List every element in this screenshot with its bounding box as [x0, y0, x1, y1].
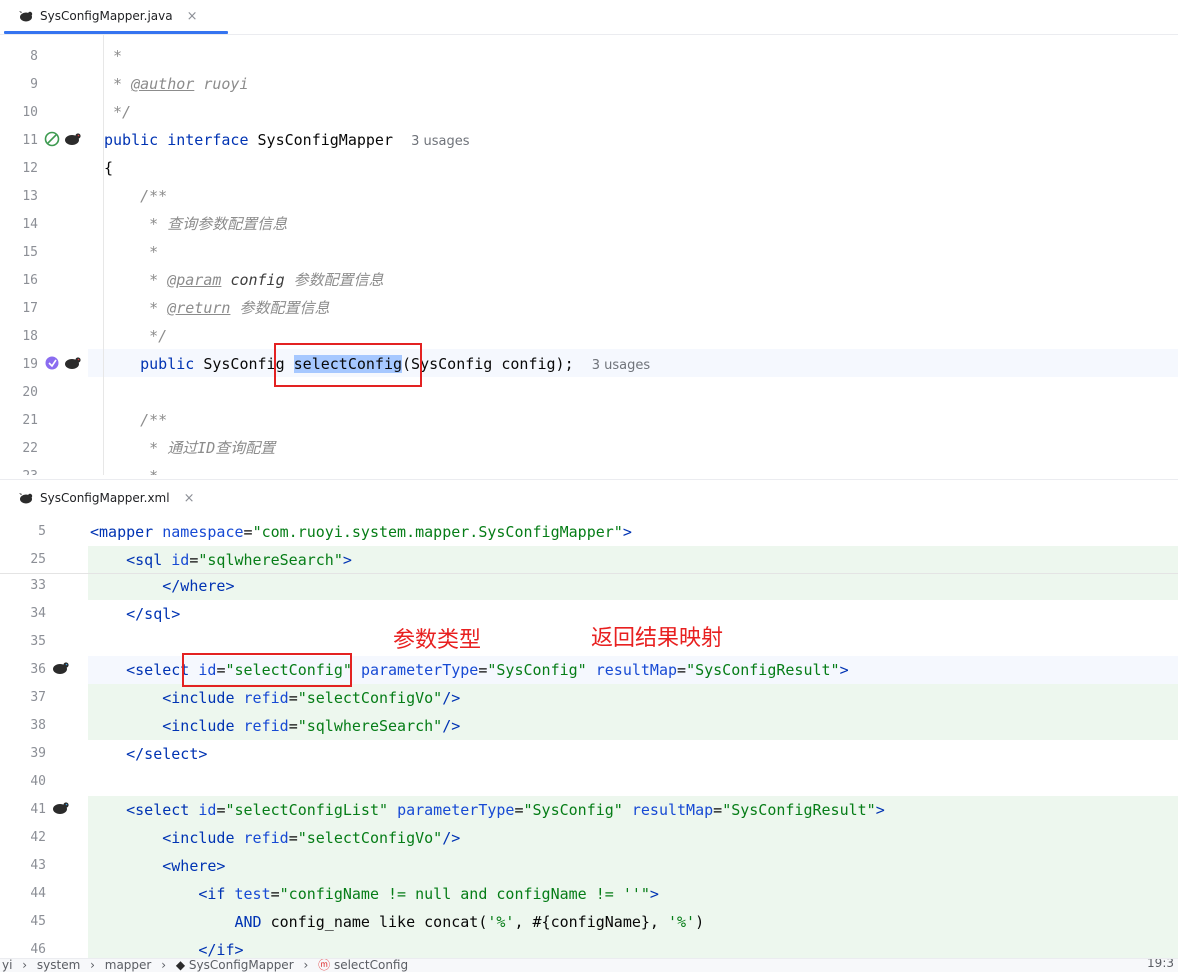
- line-number: 42: [30, 830, 46, 845]
- line-number: 45: [30, 914, 46, 929]
- line-number: 34: [30, 606, 46, 621]
- breadcrumb-separator: ›: [161, 958, 166, 972]
- line-number: 35: [30, 634, 46, 649]
- code-line: </select>: [126, 745, 208, 763]
- code-line: * 查询参数配置信息: [149, 215, 288, 233]
- line-number: 18: [22, 329, 38, 344]
- code-line: *: [149, 243, 159, 261]
- implementation-gutter-icon[interactable]: [44, 131, 62, 147]
- mybatis-bird-icon: [19, 493, 33, 504]
- code-line: * 通过ID查询配置: [149, 439, 276, 457]
- line-number: 13: [22, 189, 38, 204]
- breadcrumb-item[interactable]: SysConfigMapper: [189, 959, 294, 972]
- code-line: */: [149, 327, 168, 345]
- line-number: 44: [30, 886, 46, 901]
- close-tab-icon[interactable]: ×: [184, 491, 195, 506]
- line-number: 21: [22, 413, 38, 428]
- line-number: 43: [30, 858, 46, 873]
- xml-editor[interactable]: 5 25 33 34 35 36 37 38 39 40 41 42 43 44…: [0, 516, 1178, 958]
- code-line: </where>: [162, 577, 235, 595]
- code-line: * @param config 参数配置信息: [149, 271, 384, 289]
- line-number: 17: [22, 301, 38, 316]
- close-tab-icon[interactable]: ×: [187, 9, 198, 24]
- line-number: 19: [22, 357, 38, 372]
- code-line: {: [104, 159, 114, 177]
- breadcrumb-separator: ›: [303, 958, 309, 972]
- code-line: *: [104, 462, 158, 475]
- line-number: 36: [30, 662, 46, 677]
- line-number: 15: [22, 245, 38, 260]
- tab-sysconfigmapper-java[interactable]: SysConfigMapper.java ×: [4, 0, 227, 34]
- mybatis-bird-icon[interactable]: [64, 131, 82, 147]
- result-map-annotation: 返回结果映射: [591, 626, 724, 651]
- code-line: * @author ruoyi: [113, 75, 249, 93]
- line-number: 5: [38, 524, 46, 539]
- xml-editor-tabbar: SysConfigMapper.xml ×: [0, 479, 1178, 517]
- mybatis-bird-icon[interactable]: [64, 355, 82, 371]
- implemented-method-gutter-icon[interactable]: [44, 355, 62, 371]
- breadcrumb-separator: ›: [22, 958, 28, 972]
- line-number: 20: [22, 385, 38, 400]
- line-number: 25: [30, 552, 46, 567]
- line-number: 46: [30, 942, 46, 957]
- select-id-highlight-box: [182, 653, 352, 687]
- tab-label: SysConfigMapper.xml: [40, 491, 170, 505]
- breadcrumb-item[interactable]: system: [37, 959, 80, 972]
- breadcrumb-item[interactable]: selectConfig: [334, 959, 408, 972]
- code-line: /**: [140, 187, 168, 205]
- code-line: </if>: [198, 941, 244, 958]
- code-line: <if test="configName != null and configN…: [198, 885, 659, 903]
- mybatis-bird-icon: [19, 11, 33, 22]
- line-number: 9: [30, 77, 38, 92]
- breadcrumb-item[interactable]: mapper: [105, 959, 152, 972]
- param-type-annotation: 参数类型: [393, 628, 482, 653]
- line-number: 10: [22, 105, 38, 120]
- code-line: <include refid="selectConfigVo"/>: [162, 829, 461, 847]
- code-line: <select id="selectConfigList" parameterT…: [126, 801, 885, 819]
- code-line: public interface SysConfigMapper 3 usage…: [104, 131, 470, 149]
- breadcrumb-item[interactable]: yi: [2, 959, 12, 972]
- code-line: AND config_name like concat('%', #{confi…: [234, 913, 705, 931]
- line-number: 8: [30, 49, 38, 64]
- line-number: 40: [30, 774, 46, 789]
- interface-icon: ◆: [175, 958, 186, 972]
- line-number: 38: [30, 718, 46, 733]
- code-line: <where>: [162, 857, 226, 875]
- breadcrumb: yi › system › mapper › ◆ SysConfigMapper…: [2, 958, 408, 972]
- tab-sysconfigmapper-xml[interactable]: SysConfigMapper.xml ×: [12, 482, 200, 514]
- usages-hint[interactable]: 3 usages: [411, 134, 469, 149]
- line-number: 12: [22, 161, 38, 176]
- line-number: 11: [22, 133, 38, 148]
- line-number: 37: [30, 690, 46, 705]
- code-line: *: [113, 47, 123, 65]
- code-line: <sql id="sqlwhereSearch">: [126, 551, 352, 569]
- java-editor[interactable]: 8 9 10 11 12 13 14 15 16 17 18 19 20 21 …: [0, 35, 1178, 475]
- code-line: <include refid="sqlwhereSearch"/>: [162, 717, 461, 735]
- line-number: 41: [30, 802, 46, 817]
- mybatis-bird-icon[interactable]: [52, 660, 70, 676]
- code-line: <include refid="selectConfigVo"/>: [162, 689, 461, 707]
- cursor-position[interactable]: 19:3: [1147, 959, 1174, 970]
- line-number: 23: [2, 469, 38, 475]
- java-editor-tabbar: SysConfigMapper.java ×: [0, 0, 1178, 35]
- code-line: /**: [140, 411, 168, 429]
- line-number: 39: [30, 746, 46, 761]
- code-line: */: [113, 103, 132, 121]
- status-bar: yi › system › mapper › ◆ SysConfigMapper…: [0, 958, 1178, 972]
- line-number: 14: [22, 217, 38, 232]
- code-line: </sql>: [126, 605, 181, 623]
- line-number: 16: [22, 273, 38, 288]
- line-number: 22: [22, 441, 38, 456]
- mybatis-bird-icon[interactable]: [52, 800, 70, 816]
- method-highlight-box: [274, 343, 422, 387]
- line-number: 33: [30, 578, 46, 593]
- code-line: * @return 参数配置信息: [149, 299, 330, 317]
- method-icon: ⓜ: [318, 958, 331, 972]
- breadcrumb-separator: ›: [90, 958, 95, 972]
- code-line: <mapper namespace="com.ruoyi.system.mapp…: [90, 523, 632, 541]
- usages-hint[interactable]: 3 usages: [592, 358, 650, 373]
- tab-label: SysConfigMapper.java: [40, 9, 173, 23]
